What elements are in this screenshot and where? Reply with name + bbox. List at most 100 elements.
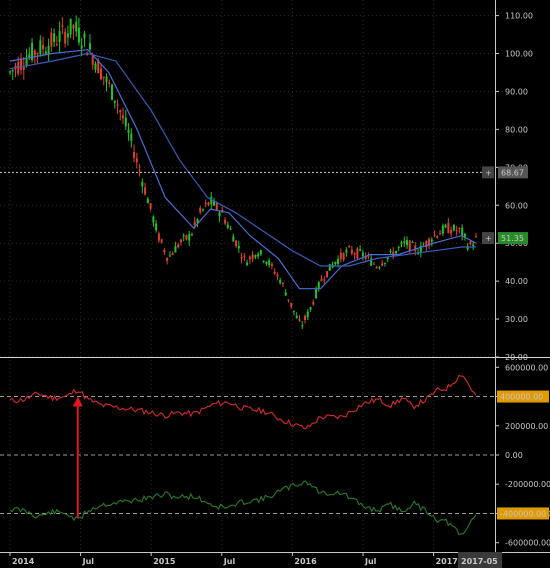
candle-body [66, 33, 69, 38]
candle-body [408, 240, 411, 251]
candle-body [339, 252, 342, 260]
candle-body [248, 256, 251, 260]
candle-body [298, 319, 301, 321]
candle-body [350, 249, 353, 254]
candle-body [469, 241, 472, 245]
indicator-panel [0, 374, 495, 536]
candle-body [47, 46, 50, 55]
candle-body [441, 225, 444, 234]
time-tick-label: 2015 [153, 557, 176, 566]
candle-body [141, 181, 144, 187]
grid-layer [0, 0, 495, 552]
price-tick-label: 60.00 [505, 201, 528, 210]
candle-body [9, 71, 11, 73]
candle-body [72, 25, 75, 29]
price-tick-label: 30.00 [505, 315, 528, 324]
indicator-tick-label: 600000.00 [505, 363, 548, 372]
candle-body [430, 239, 433, 242]
end-date-label: 2017-05 [461, 557, 498, 566]
price-tick-label: 20.00 [505, 353, 528, 362]
indicator-tick-label: -600000.00 [505, 539, 550, 548]
candle-body [28, 54, 31, 57]
candle-body [77, 27, 80, 43]
time-tick-label: Jul [82, 557, 95, 566]
candle-body [55, 44, 58, 46]
candle-body [295, 315, 298, 319]
candle-body [281, 282, 284, 284]
candle-body [287, 299, 290, 301]
candle-body [276, 274, 279, 277]
candle-body [218, 212, 221, 217]
candle-body [94, 63, 97, 70]
candle-body [144, 187, 147, 195]
candle-body [179, 239, 182, 243]
candle-body [155, 223, 158, 231]
candle-body [375, 266, 378, 268]
candle-body [406, 240, 409, 246]
candle-body [389, 250, 392, 252]
candle-body [270, 263, 273, 266]
time-tick-label: Jul [223, 557, 236, 566]
candle-body [190, 234, 193, 236]
candle-body [207, 202, 210, 206]
candle-body [119, 110, 122, 113]
time-tick-label: 2014 [12, 557, 35, 566]
indicator-tick-label: 200000.00 [505, 422, 548, 431]
candle-body [356, 248, 359, 259]
candle-body [265, 261, 268, 264]
candle-body [22, 66, 25, 70]
candle-body [160, 239, 163, 243]
candle-body [61, 25, 64, 27]
candle-body [452, 224, 455, 231]
candle-body [20, 59, 23, 70]
candle-body [124, 117, 127, 127]
price-marker-plus: + [485, 234, 492, 243]
time-tick-label: Jul [364, 557, 377, 566]
price-marker-label: 51.35 [501, 234, 524, 243]
candle-body [309, 307, 312, 310]
candle-body [69, 18, 72, 35]
candle-body [304, 315, 307, 321]
candle-body [127, 129, 130, 134]
candle-body [224, 219, 227, 224]
annotation-arrow-head [72, 396, 83, 407]
price-panel [0, 15, 482, 330]
candle-body [91, 55, 94, 65]
time-tick-label: 2016 [294, 557, 317, 566]
candle-body [105, 76, 108, 83]
candle-body [133, 152, 136, 158]
candle-body [328, 264, 331, 271]
candle-body [152, 216, 155, 223]
candle-body [58, 31, 61, 43]
candle-body [383, 262, 386, 264]
price-marker-label: 68.67 [501, 168, 524, 177]
candle-body [292, 310, 295, 312]
candle-body [237, 245, 240, 249]
candle-body [359, 248, 362, 251]
candle-body [403, 241, 406, 244]
candle-body [130, 133, 133, 141]
candle-body [301, 325, 304, 327]
candle-body [229, 228, 232, 230]
candle-body [372, 263, 375, 265]
moving-average-line [9, 52, 476, 267]
candle-body [315, 289, 318, 298]
candle-body [75, 22, 78, 32]
indicator-highlight-label: -400000.00 [500, 509, 546, 518]
candle-body [149, 203, 152, 209]
candle-body [135, 158, 138, 163]
candle-body [138, 170, 141, 172]
candle-body [461, 227, 464, 236]
candle-body [400, 242, 403, 245]
candle-body [436, 235, 439, 238]
candle-body [215, 202, 218, 210]
candle-body [450, 229, 453, 234]
candle-body [268, 260, 271, 266]
candle-body [378, 267, 381, 269]
candle-body [232, 236, 235, 242]
candle-body [113, 100, 116, 103]
candle-body [53, 33, 56, 43]
candle-body [11, 69, 14, 72]
candle-body [381, 263, 384, 266]
candle-body [257, 254, 260, 257]
